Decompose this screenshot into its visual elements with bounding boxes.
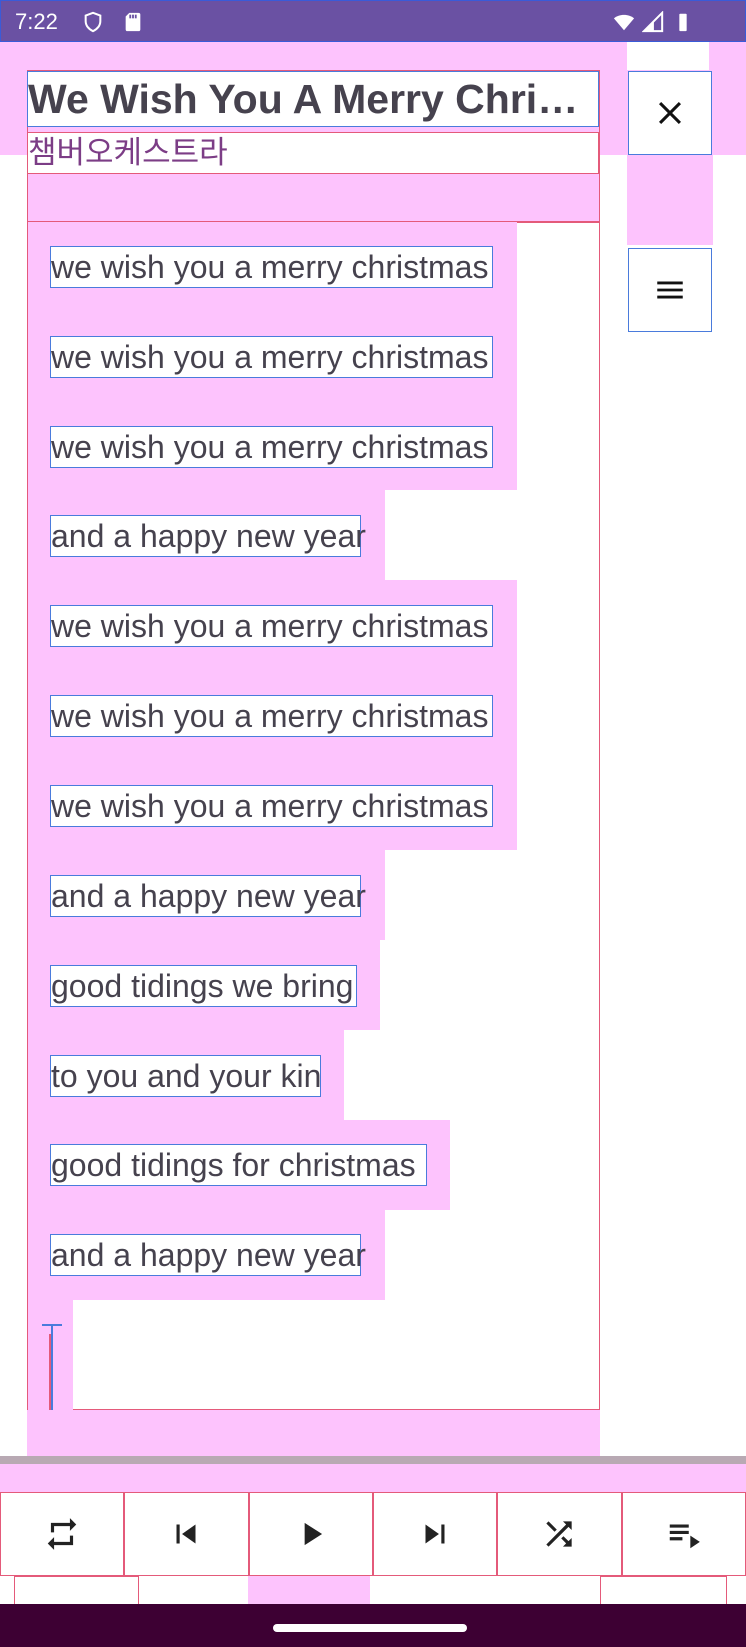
lyric-line[interactable]: we wish you a merry christmas [50,426,493,468]
lyric-line[interactable]: and a happy new year [50,1234,366,1276]
play-icon [304,1522,322,1546]
next-icon [425,1524,445,1544]
lyric-line[interactable]: good tidings for christmas [50,1144,427,1186]
lyric-line[interactable]: we wish you a merry christmas [50,246,493,288]
playback-controls [0,1492,746,1576]
close-icon [658,101,682,125]
seek-bar[interactable] [0,1456,746,1464]
signal-icon [641,10,665,34]
menu-button[interactable] [628,248,712,332]
previous-icon [176,1524,196,1544]
playlist-button[interactable] [621,1492,746,1576]
home-gesture-handle[interactable] [273,1624,467,1632]
text-cursor-icon [42,1324,62,1410]
battery-icon [671,10,695,34]
status-time: 7:22 [15,9,58,34]
lyric-line[interactable]: we wish you a merry christmas [50,605,493,647]
previous-button[interactable] [124,1492,249,1576]
shield-icon [81,10,105,34]
lyric-line[interactable]: to you and your kin [50,1055,321,1097]
close-button[interactable] [628,71,712,155]
menu-column-bg [627,155,713,245]
shuffle-button[interactable] [497,1492,622,1576]
next-button[interactable] [372,1492,498,1576]
hamburger-menu-icon [657,281,683,299]
wifi-icon [612,10,636,34]
lyric-line[interactable]: we wish you a merry christmas [50,336,493,378]
song-artist: 챔버오케스트라 [27,132,599,174]
lyric-line[interactable]: and a happy new year [50,875,366,917]
lyric-line[interactable]: we wish you a merry christmas [50,785,493,827]
controls-top-spacer [0,1464,746,1492]
play-button[interactable] [248,1492,373,1576]
status-bar: 7:22 [0,0,746,42]
lyrics-bottom-spacer [27,1410,600,1458]
lyric-line[interactable]: good tidings we bring [50,965,357,1007]
song-title: We Wish You A Merry Christmas [27,71,599,127]
lyric-line[interactable]: and a happy new year [50,515,366,557]
header-gap [627,42,709,70]
bottom-spacer-highlight [248,1576,370,1604]
shuffle-icon [546,1521,573,1547]
lyric-line[interactable]: we wish you a merry christmas [50,695,493,737]
sd-card-icon [121,10,145,34]
repeat-icon [47,1518,77,1550]
playlist-icon [669,1524,700,1549]
repeat-button[interactable] [0,1492,125,1576]
